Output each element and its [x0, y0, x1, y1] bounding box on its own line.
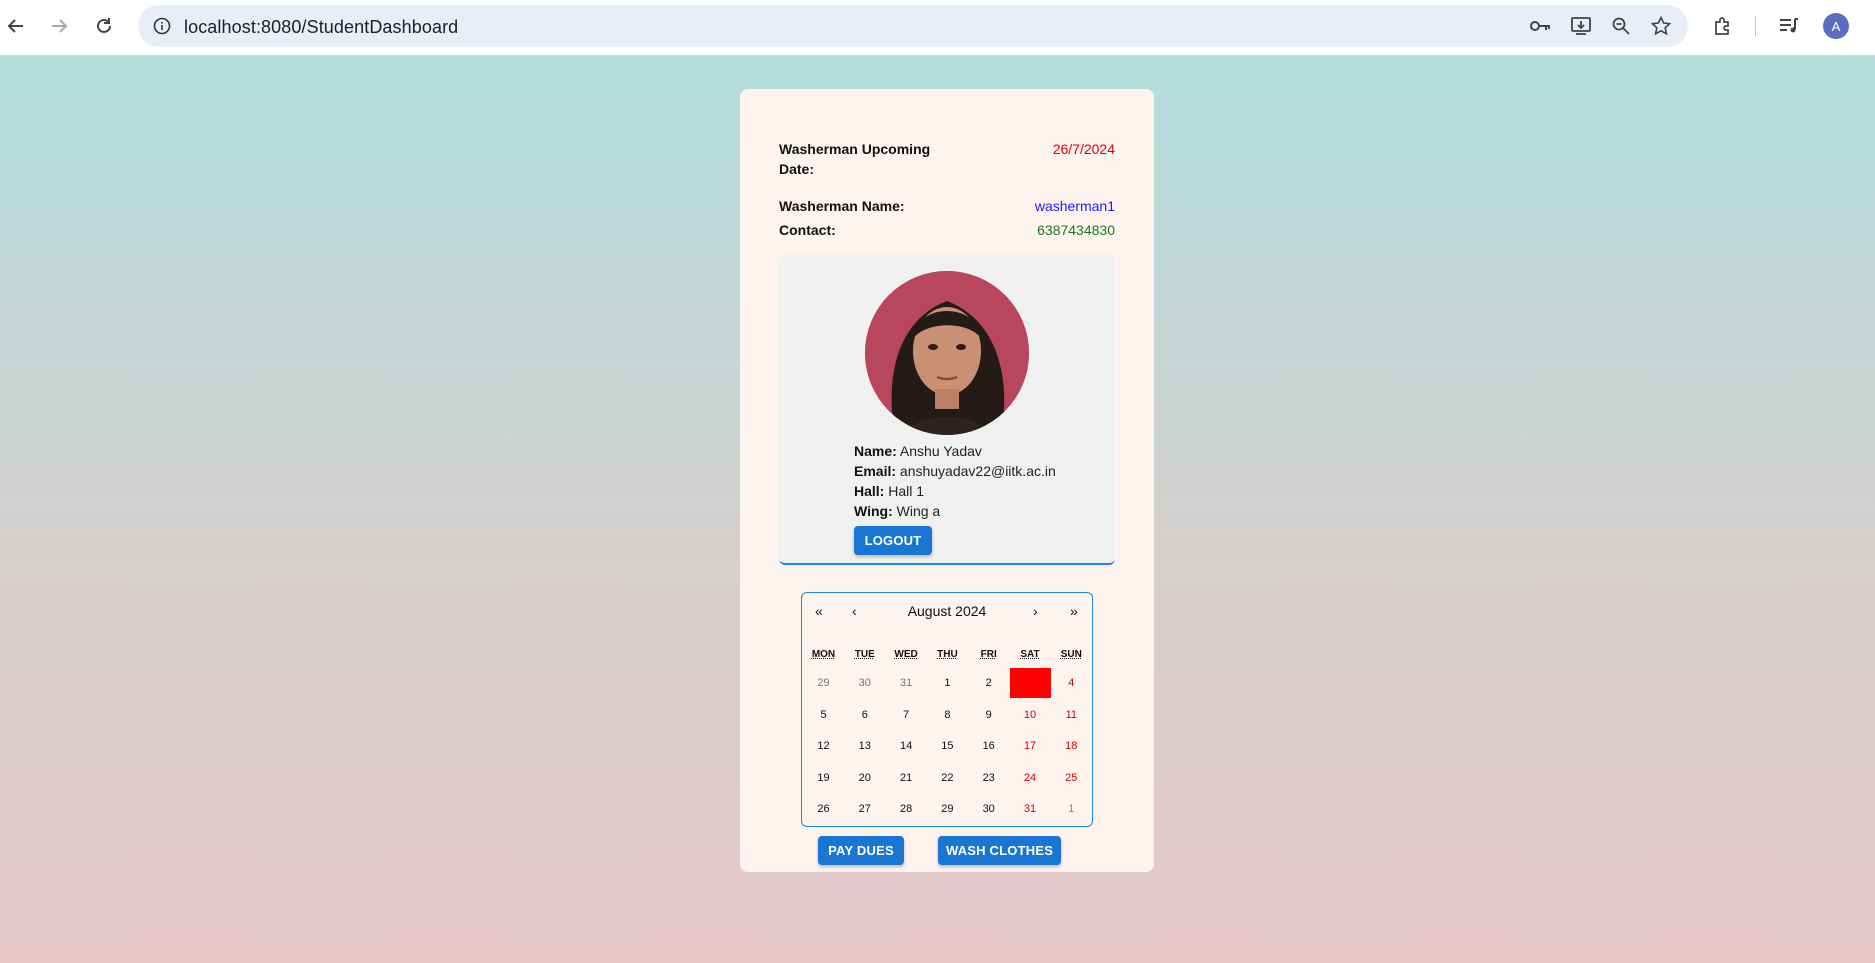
back-arrow-icon — [7, 19, 23, 33]
profile-name-line: Name: Anshu Yadav — [854, 442, 982, 460]
forward-arrow-icon — [52, 19, 68, 33]
logout-button[interactable]: LOGOUT — [854, 526, 932, 555]
profile-photo — [865, 271, 1029, 435]
calendar-day[interactable]: 25 — [1051, 763, 1092, 793]
browser-toolbar: localhost:8080/StudentDashboard A — [0, 0, 1875, 55]
back-button[interactable] — [0, 10, 32, 42]
url-text: localhost:8080/StudentDashboard — [184, 17, 459, 37]
pay-dues-button[interactable]: PAY DUES — [818, 836, 904, 865]
calendar-day[interactable]: 23 — [968, 763, 1009, 793]
calendar-day[interactable]: 11 — [1051, 700, 1092, 730]
profile-hall-line: Hall: Hall 1 — [854, 482, 924, 500]
calendar-day[interactable]: 29 — [927, 794, 968, 824]
calendar-weekday-sun: SUN — [1060, 649, 1082, 660]
calendar-day[interactable]: 13 — [844, 731, 885, 761]
calendar-day[interactable]: 1 — [1051, 794, 1092, 824]
profile-wing-label: Wing: — [854, 503, 893, 519]
calendar-day[interactable]: 10 — [1010, 700, 1051, 730]
washerman-contact-value: 6387434830 — [1037, 222, 1115, 238]
calendar-day[interactable]: 5 — [803, 700, 844, 730]
site-info-icon[interactable] — [148, 12, 176, 40]
profile-panel: Name: Anshu Yadav Email: anshuyadav22@ii… — [779, 255, 1115, 565]
washerman-date-label: Washerman Upcoming Date: — [779, 141, 931, 177]
calendar-weekday-thu: THU — [937, 649, 958, 660]
calendar-day[interactable]: 15 — [927, 731, 968, 761]
calendar-month-title[interactable]: August 2024 — [802, 603, 1092, 619]
calendar-day[interactable]: 30 — [968, 794, 1009, 824]
password-key-icon[interactable] — [1528, 13, 1554, 39]
calendar-next-month-button[interactable]: › — [1033, 603, 1038, 619]
calendar-day[interactable]: 7 — [886, 700, 927, 730]
washerman-contact-row: Contact: 6387434830 — [779, 220, 1115, 240]
calendar-weekday-mon: MON — [811, 649, 836, 660]
calendar-day[interactable]: 1 — [927, 668, 968, 698]
calendar-weekday-fri: FRI — [980, 649, 997, 660]
washerman-name-row: Washerman Name: washerman1 — [779, 196, 1115, 216]
forward-button[interactable] — [43, 10, 75, 42]
washerman-contact-label: Contact: — [779, 222, 836, 238]
calendar-day[interactable]: 18 — [1051, 731, 1092, 761]
profile-name-value: Anshu Yadav — [899, 443, 982, 459]
calendar-day[interactable]: 31 — [886, 668, 927, 698]
student-dashboard-card: Washerman Upcoming Date: 26/7/2024 Washe… — [740, 89, 1154, 872]
calendar-day[interactable]: 30 — [844, 668, 885, 698]
profile-wing-line: Wing: Wing a — [854, 502, 940, 520]
profile-wing-value: Wing a — [896, 503, 941, 519]
calendar-day[interactable]: 19 — [803, 763, 844, 793]
washerman-name-label: Washerman Name: — [779, 198, 905, 214]
profile-email-value: anshuyadav22@iitk.ac.in — [899, 463, 1056, 479]
calendar-day[interactable]: 24 — [1010, 763, 1051, 793]
reload-button[interactable] — [88, 10, 120, 42]
calendar-day[interactable]: 31 — [1010, 794, 1051, 824]
calendar-day[interactable]: 22 — [927, 763, 968, 793]
calendar-day[interactable]: 9 — [968, 700, 1009, 730]
calendar-weekday-sat: SAT — [1020, 649, 1040, 660]
calendar-day[interactable]: 21 — [886, 763, 927, 793]
calendar-day[interactable]: 14 — [886, 731, 927, 761]
calendar-weekday-wed: WED — [894, 649, 918, 660]
calendar-day[interactable]: 12 — [803, 731, 844, 761]
calendar-day[interactable]: 8 — [927, 700, 968, 730]
address-bar[interactable]: localhost:8080/StudentDashboard — [138, 5, 1688, 47]
calendar-day[interactable]: 20 — [844, 763, 885, 793]
bookmark-star-icon[interactable] — [1648, 13, 1674, 39]
calendar-day[interactable]: 17 — [1010, 731, 1051, 761]
calendar-day[interactable]: 16 — [968, 731, 1009, 761]
profile-email-label: Email: — [854, 463, 897, 479]
calendar-day[interactable]: 26 — [803, 794, 844, 824]
calendar-day[interactable]: 2 — [968, 668, 1009, 698]
washerman-name-value: washerman1 — [1034, 198, 1115, 214]
page-background: Washerman Upcoming Date: 26/7/2024 Washe… — [0, 55, 1875, 963]
extensions-puzzle-icon[interactable] — [1709, 12, 1737, 40]
calendar-day[interactable]: 6 — [844, 700, 885, 730]
zoom-icon[interactable] — [1608, 13, 1634, 39]
profile-name-label: Name: — [854, 443, 897, 459]
calendar-next-year-button[interactable]: » — [1070, 603, 1078, 619]
calendar-day[interactable]: 28 — [886, 794, 927, 824]
media-controls-icon[interactable] — [1775, 12, 1803, 40]
calendar-day[interactable]: 3 — [1009, 668, 1051, 698]
profile-avatar[interactable]: A — [1823, 13, 1849, 39]
profile-hall-label: Hall: — [854, 483, 885, 499]
profile-hall-value: Hall 1 — [888, 483, 925, 499]
calendar: « ‹ August 2024 › » MON TUE WED THU FRI SAT SU… — [801, 592, 1093, 827]
washerman-date-row: Washerman Upcoming Date: 26/7/2024 — [779, 139, 1115, 179]
install-app-icon[interactable] — [1568, 13, 1594, 39]
calendar-weekday-tue: TUE — [854, 649, 875, 660]
calendar-day[interactable]: 29 — [803, 668, 844, 698]
washerman-date-value: 26/7/2024 — [1052, 141, 1115, 157]
wash-clothes-button[interactable]: WASH CLOTHES — [938, 836, 1061, 865]
toolbar-divider — [1755, 16, 1756, 36]
calendar-day[interactable]: 27 — [844, 794, 885, 824]
profile-email-line: Email: anshuyadav22@iitk.ac.in — [854, 462, 1056, 480]
reload-icon — [97, 18, 111, 33]
calendar-day[interactable]: 4 — [1051, 668, 1092, 698]
